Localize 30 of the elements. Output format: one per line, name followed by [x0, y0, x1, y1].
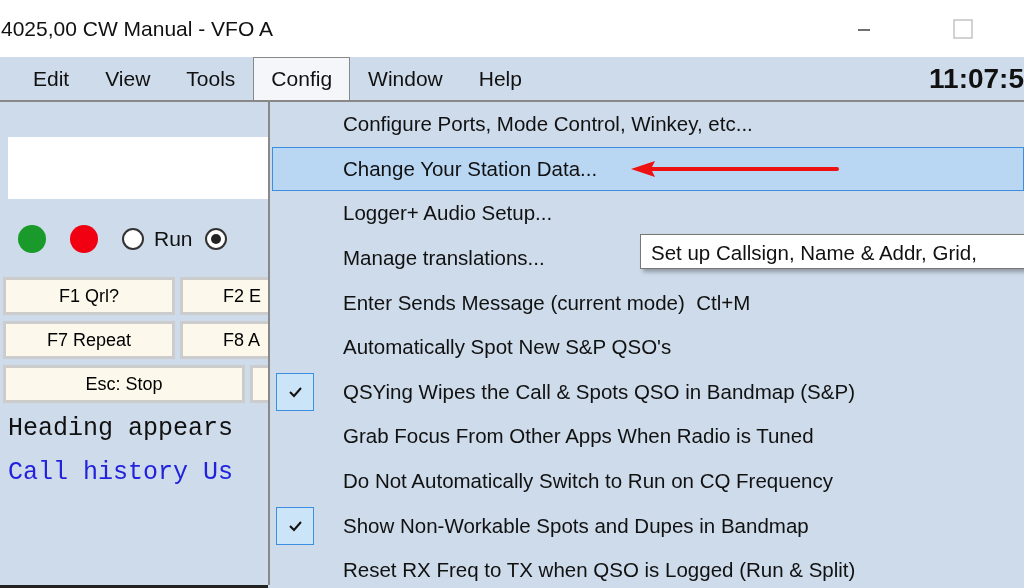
menu-item[interactable]: View [87, 57, 169, 100]
menu-option[interactable]: Show Non-Workable Spots and Dupes in Bandmap [272, 503, 1024, 548]
clock: 11:07:5 [929, 62, 1024, 95]
menu-item[interactable]: Config [253, 57, 351, 100]
function-key-button[interactable]: F1 Qrl? [3, 277, 175, 315]
function-key-button[interactable]: F7 Repeat [3, 321, 175, 359]
menu-option[interactable]: Do Not Automatically Switch to Run on CQ Frequency [272, 458, 1024, 504]
menu-option[interactable]: Grab Focus From Other Apps When Radio is Tuned [272, 414, 1024, 459]
radio-option[interactable]: Run [122, 227, 193, 251]
menu-item[interactable]: Edit [15, 57, 88, 100]
function-key-button[interactable]: Esc: Stop [3, 365, 245, 403]
menu-option[interactable]: Automatically Spot New S&P QSO's [272, 324, 1024, 370]
menu-item[interactable]: Window [350, 57, 461, 100]
input-field[interactable] [8, 137, 268, 199]
radio-option[interactable] [204, 228, 227, 250]
tooltip: Set up Callsign, Name & Addr, Grid, [640, 234, 1024, 269]
function-key-button[interactable]: F8 A [180, 321, 268, 359]
menu-option[interactable]: Logger+ Audio Setup... [272, 191, 1024, 236]
log-line: Heading appears [8, 413, 235, 445]
menu-option[interactable]: Reset RX Freq to TX when QSO is Logged (Run & Split) [272, 547, 1024, 588]
menu-item[interactable]: Help [460, 57, 540, 100]
menu-option[interactable]: Change Your Station Data... [272, 146, 1024, 192]
window-title: 4025,00 CW Manual - VFO A [1, 16, 273, 41]
maximize-icon[interactable] [952, 17, 974, 40]
menu-option[interactable]: QSYing Wipes the Call & Spots QSO in Bandmap (S&P) [272, 369, 1024, 415]
menu-item[interactable]: Tools [168, 57, 254, 100]
log-line: Call history Us [8, 457, 235, 489]
menu-option[interactable]: Enter Sends Message (current mode) Ctl+M [272, 280, 1024, 325]
menu-option[interactable]: Configure Ports, Mode Control, Winkey, etc... [272, 102, 1024, 147]
function-key-button[interactable]: F2 E [180, 277, 268, 315]
